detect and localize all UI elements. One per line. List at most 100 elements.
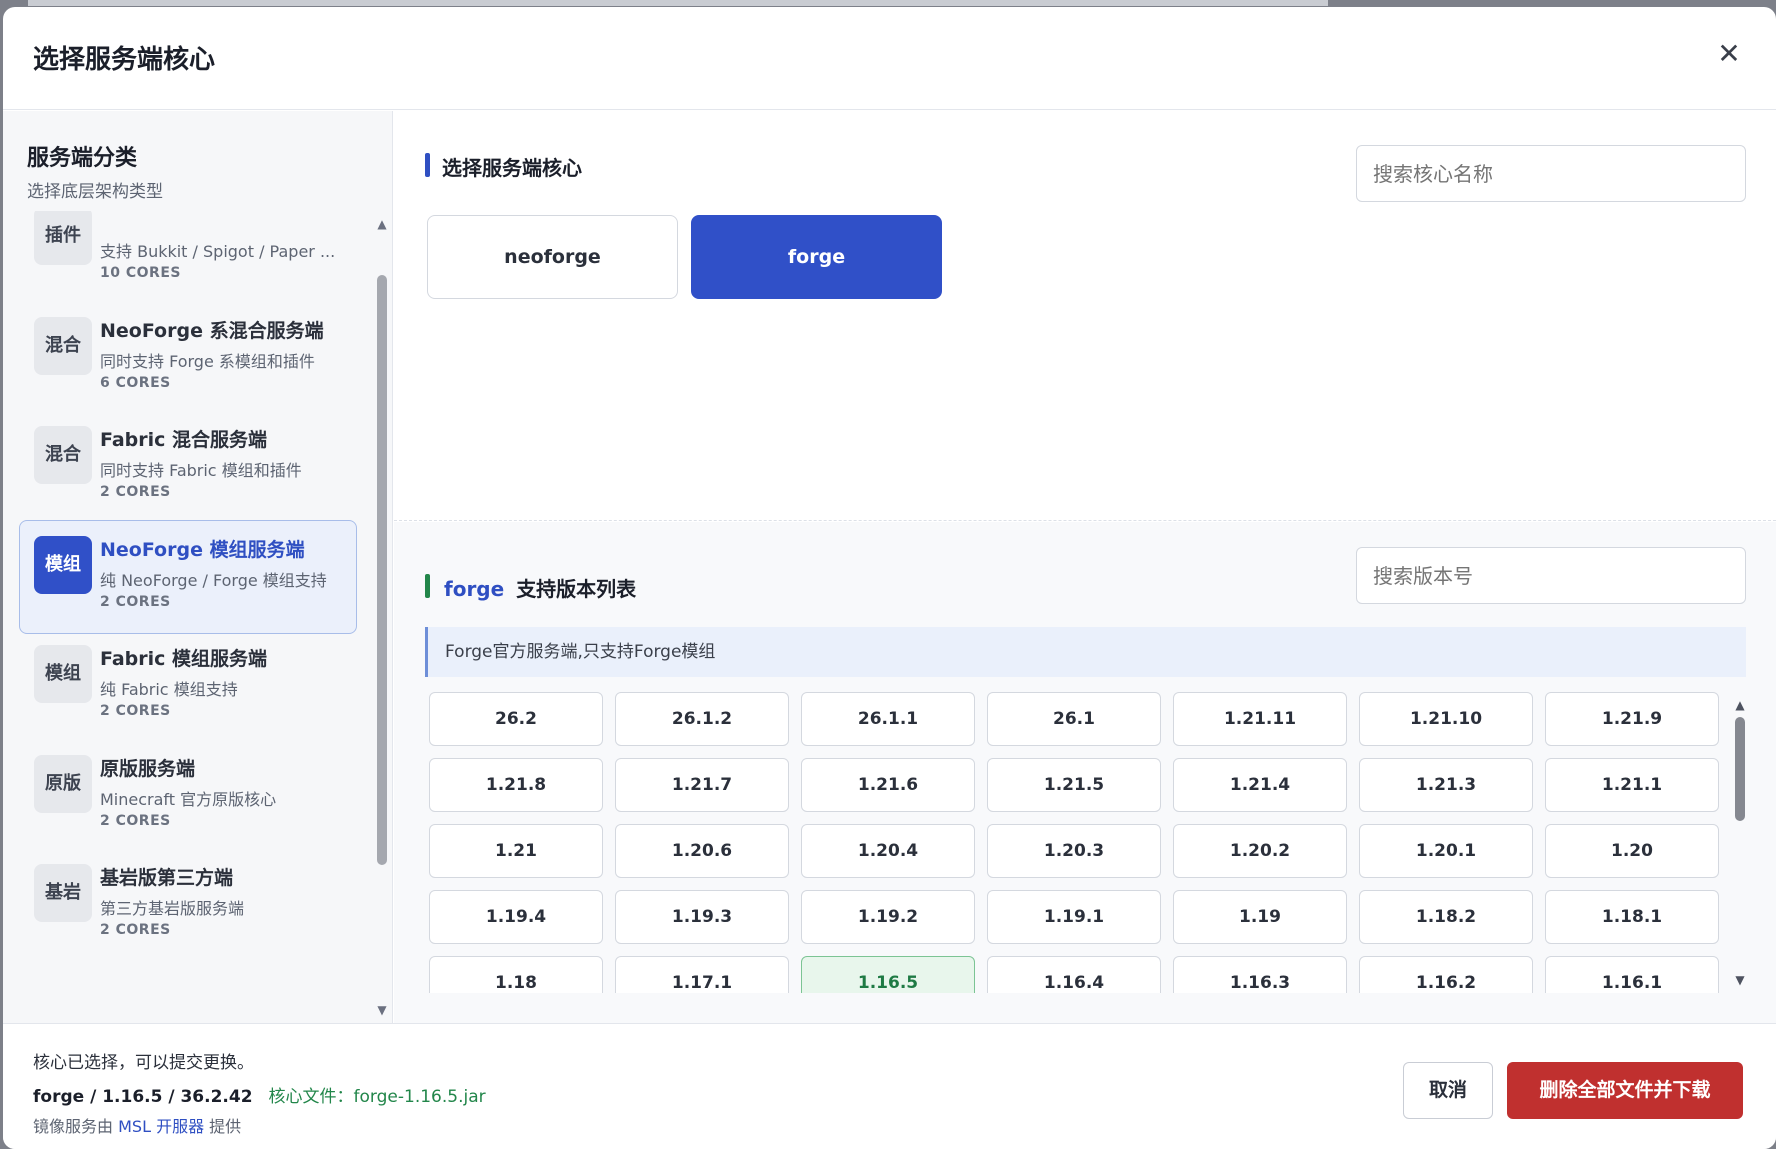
version-option[interactable]: 1.19.2 [801,890,975,944]
version-option[interactable]: 1.20.4 [801,824,975,878]
delete-and-download-button[interactable]: 删除全部文件并下载 [1507,1062,1743,1119]
dialog-header: 选择服务端核心 ✕ [3,7,1776,110]
sidebar-scrollbar[interactable]: ▲ ▼ [375,211,389,1023]
version-search-input[interactable] [1356,547,1746,604]
version-option[interactable]: 26.1.1 [801,692,975,746]
category-name: NeoForge 模组服务端 [100,539,305,561]
scroll-down-icon[interactable]: ▼ [1732,973,1748,987]
section-accent-bar [425,574,430,598]
version-option[interactable]: 1.18 [429,956,603,993]
category-item[interactable]: 原版 原版服务端 Minecraft 官方原版核心 2 CORES [19,739,357,853]
sidebar-title: 服务端分类 [27,146,138,171]
category-name: 原版服务端 [100,758,196,780]
mirror-prefix: 镜像服务由 [33,1117,114,1136]
version-option[interactable]: 1.21.1 [1545,758,1719,812]
category-core-count: 6 CORES [100,375,171,391]
version-option[interactable]: 1.17.1 [615,956,789,993]
cancel-button[interactable]: 取消 [1403,1062,1493,1119]
version-option[interactable]: 1.20.2 [1173,824,1347,878]
select-core-dialog: 选择服务端核心 ✕ 服务端分类 选择底层架构类型 插件 支持 Bukkit / S… [3,7,1776,1149]
mirror-credit: 镜像服务由 MSL 开服器 提供 [33,1113,241,1137]
version-option[interactable]: 1.16.5 [801,956,975,993]
scrollbar-thumb[interactable] [377,275,387,865]
mirror-link[interactable]: MSL 开服器 [118,1117,204,1136]
category-item[interactable]: 基岩 基岩版第三方端 第三方基岩版服务端 2 CORES [19,848,357,962]
version-option[interactable]: 1.20 [1545,824,1719,878]
section-accent-bar [425,153,430,177]
version-option[interactable]: 1.21.11 [1173,692,1347,746]
version-option[interactable]: 1.21.3 [1359,758,1533,812]
scroll-up-icon[interactable]: ▲ [1732,698,1748,712]
version-option[interactable]: 1.20.3 [987,824,1161,878]
category-core-count: 2 CORES [100,703,171,719]
category-core-count: 2 CORES [100,594,171,610]
close-icon[interactable]: ✕ [1712,37,1746,71]
version-option[interactable]: 1.19.4 [429,890,603,944]
version-option[interactable]: 1.19.3 [615,890,789,944]
version-option[interactable]: 1.21.10 [1359,692,1533,746]
core-file-label: 核心文件： [268,1087,354,1107]
category-item[interactable]: 模组 Fabric 模组服务端纯 Fabric 模组支持 2 CORES [19,629,357,743]
category-badge: 混合 [34,317,92,375]
scroll-down-icon[interactable]: ▼ [375,1003,389,1017]
version-heading-text: 支持版本列表 [516,577,637,601]
version-section-heading: forge 支持版本列表 [444,573,636,602]
version-grid: 26.2 26.1.2 26.1.1 26.1 1.21.11 1.21.10 1.21.9… [429,692,1729,993]
category-item[interactable]: 混合 Fabric 混合服务端 同时支持 Fabric 模组和插件 2 CORES [19,410,357,524]
category-name: NeoForge 系混合服务端 [100,320,324,342]
scroll-up-icon[interactable]: ▲ [375,217,389,231]
version-option[interactable]: 1.16.1 [1545,956,1719,993]
category-item[interactable]: 模组 NeoForge 模组服务端纯 NeoForge / Forge 模组支持 2… [19,520,357,634]
sidebar-subtitle: 选择底层架构类型 [27,182,163,202]
category-item[interactable]: 插件 支持 Bukkit / Spigot / Paper ... 10 CORES [19,211,357,305]
version-option[interactable]: 1.21.4 [1173,758,1347,812]
category-name: Fabric 混合服务端 [100,429,268,451]
version-option[interactable]: 1.18.1 [1545,890,1719,944]
category-description: Minecraft 官方原版核心 [100,790,277,809]
version-option[interactable]: 1.21.9 [1545,692,1719,746]
core-option-neoforge[interactable]: neoforge [427,215,678,299]
version-option[interactable]: 1.20.6 [615,824,789,878]
version-option[interactable]: 1.16.3 [1173,956,1347,993]
scrollbar-thumb[interactable] [1735,717,1745,821]
category-list: 插件 支持 Bukkit / Spigot / Paper ... 10 CORES… [3,211,373,1023]
selection-summary: forge / 1.16.5 / 36.2.42 核心文件：forge-1.16.… [33,1082,486,1107]
dialog-title: 选择服务端核心 [33,45,216,75]
category-description: 支持 Bukkit / Spigot / Paper ... [100,242,336,261]
selected-core-name: forge [444,577,505,601]
version-option[interactable]: 1.16.4 [987,956,1161,993]
version-option[interactable]: 1.21.5 [987,758,1161,812]
version-grid-scrollbar[interactable]: ▲ ▼ [1732,692,1748,993]
version-option[interactable]: 26.2 [429,692,603,746]
version-option[interactable]: 26.1 [987,692,1161,746]
version-option[interactable]: 1.19.1 [987,890,1161,944]
category-core-count: 2 CORES [100,922,171,938]
core-section-heading: 选择服务端核心 [442,156,582,180]
category-core-count: 2 CORES [100,813,171,829]
category-description: 同时支持 Forge 系模组和插件 [100,352,315,371]
category-core-count: 2 CORES [100,484,171,500]
version-option[interactable]: 1.21.7 [615,758,789,812]
version-option[interactable]: 1.16.2 [1359,956,1533,993]
version-option[interactable]: 1.21.6 [801,758,975,812]
version-option[interactable]: 1.21 [429,824,603,878]
core-file-name: forge-1.16.5.jar [353,1087,486,1107]
category-description: 纯 NeoForge / Forge 模组支持 [100,571,327,590]
status-text: 核心已选择，可以提交更换。 [33,1053,254,1073]
version-option[interactable]: 1.18.2 [1359,890,1533,944]
category-description: 纯 Fabric 模组支持 [100,680,238,699]
core-option-forge[interactable]: forge [691,215,942,299]
category-item[interactable]: 混合 NeoForge 系混合服务端 同时支持 Forge 系模组和插件 6 CORE… [19,301,357,415]
category-name: Fabric 模组服务端 [100,648,268,670]
version-option[interactable]: 1.20.1 [1359,824,1533,878]
core-search-input[interactable] [1356,145,1746,202]
version-option[interactable]: 1.21.8 [429,758,603,812]
version-list-section: forge支持版本列表 Forge官方服务端,只支持Forge模组 26.226… [394,522,1776,1023]
mirror-suffix: 提供 [209,1117,242,1136]
selected-version-text: forge / 1.16.5 / 36.2.42 [33,1087,253,1107]
dialog-footer: 核心已选择，可以提交更换。 forge / 1.16.5 / 36.2.42 核心… [3,1023,1776,1149]
main-panel: 选择服务端核心 neoforgeforge forge支持版本列表 Forge官… [394,111,1776,1023]
version-option[interactable]: 1.19 [1173,890,1347,944]
category-description: 第三方基岩版服务端 [100,899,245,918]
version-option[interactable]: 26.1.2 [615,692,789,746]
